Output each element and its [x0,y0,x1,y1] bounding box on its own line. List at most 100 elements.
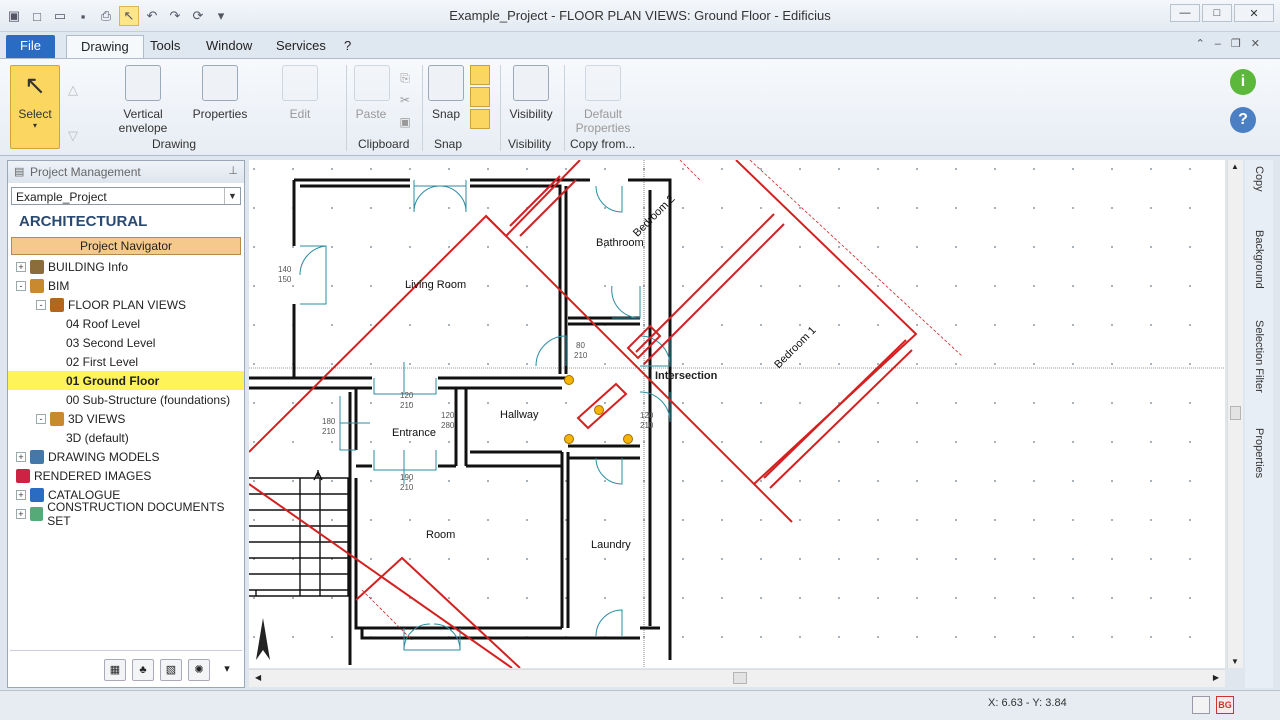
expand-icon[interactable]: + [16,451,26,462]
document-icon[interactable]: ▧ [160,659,182,681]
tree-item-label: 3D (default) [66,430,129,445]
close-button[interactable]: ✕ [1234,4,1274,22]
scroll-down-icon[interactable]: ▼ [1231,657,1239,666]
tree-item[interactable]: 01 Ground Floor [8,371,244,390]
tab-help[interactable]: ? [330,35,365,58]
side-tab-selection-filter[interactable]: Selection Filter [1249,320,1269,424]
collapse-icon[interactable]: - [16,280,26,291]
scroll-up-icon[interactable]: ▲ [1231,162,1239,171]
collapse-icon[interactable]: - [36,299,46,310]
tree-item[interactable]: - BIM [8,276,244,295]
tree-node-icon [30,487,44,502]
tab-services[interactable]: Services [262,35,340,58]
brush-icon [585,65,621,101]
ribbon: ↖ Select ▾ △ ▽ Vertical envelope Properti… [0,58,1280,156]
tree-node-icon [50,411,64,426]
info-icon[interactable]: i [1230,69,1256,95]
snap-button[interactable]: Snap [428,65,464,121]
svg-text:80: 80 [576,341,585,350]
menu-file[interactable]: File [6,35,55,58]
ribbon-window-controls[interactable]: ⌃–❐✕ [1196,37,1270,50]
tree-node-icon [50,297,64,312]
room-entrance: Entrance [392,427,436,439]
tree-item[interactable]: + CONSTRUCTION DOCUMENTS SET [8,500,244,528]
scroll-right-icon[interactable]: ▶ [1213,673,1219,682]
svg-text:180: 180 [322,417,336,426]
tree-item-label: BUILDING Info [48,259,129,274]
cursor-coordinates: X: 6.63 - Y: 3.84 [988,697,1067,709]
cursor-arrow-icon: ↖ [24,70,46,100]
properties-button[interactable]: Properties [190,65,250,121]
paste-button[interactable]: Paste [354,65,390,121]
expand-icon[interactable]: + [16,508,26,519]
side-tab-properties[interactable]: Properties [1249,428,1269,504]
tree-item-label: CONSTRUCTION DOCUMENTS SET [47,499,225,528]
select-button[interactable]: ↖ Select ▾ [10,65,60,149]
drawing-canvas[interactable]: 140 150 80 210 120 210 120 280 190 210 1… [249,160,1225,668]
help-icon[interactable]: ? [1230,107,1256,133]
toolbar-dropdown-icon[interactable]: ▾ [216,659,238,681]
tree-item[interactable]: 02 First Level [8,352,244,371]
tree-item[interactable]: + DRAWING MODELS [8,447,244,466]
side-tab-background[interactable]: Background [1249,230,1269,316]
panel-icon: ▤ [14,166,25,178]
edit-button[interactable]: Edit [280,65,320,121]
tree-item[interactable]: RENDERED IMAGES [8,466,244,485]
tree-item[interactable]: 03 Second Level [8,333,244,352]
svg-text:210: 210 [400,401,414,410]
tree-item-label: 01 Ground Floor [66,373,160,388]
side-tabs: Copy Background Selection Filter Propert… [1245,160,1273,688]
collapse-icon[interactable]: - [36,413,46,424]
side-tab-copy[interactable]: Copy [1249,166,1269,224]
project-navigator-button[interactable]: Project Navigator [11,237,241,255]
window-title: Example_Project - FLOOR PLAN VIEWS: Grou… [449,8,831,23]
tree-item[interactable]: 04 Roof Level [8,314,244,333]
ribbon-scroll-arrows[interactable]: △ ▽ [68,67,78,159]
tree-node-icon [16,468,30,483]
tree-item[interactable]: + BUILDING Info [8,257,244,276]
group-drawing: Drawing [152,137,197,151]
tab-tools[interactable]: Tools [136,35,194,58]
settings-gear-icon[interactable]: ✺ [188,659,210,681]
tab-drawing[interactable]: Drawing [66,35,144,58]
snap-tooltip: Intersection [655,370,718,382]
snap-mode-icons[interactable] [470,65,490,129]
tree-node-icon [30,278,44,293]
pin-icon[interactable]: ⊥ [228,164,238,177]
svg-text:210: 210 [640,421,654,430]
tab-window[interactable]: Window [192,35,266,58]
tree-node-icon [30,259,44,274]
tree-item[interactable]: 00 Sub-Structure (foundations) [8,390,244,409]
clipboard-small-icons[interactable]: ⎘ ✂ ▣ [396,67,414,133]
svg-text:120: 120 [400,391,414,400]
panel-toolbar: ▦ ♣ ▧ ✺ ▾ [104,659,238,681]
status-tool-icon[interactable] [1192,696,1210,714]
report-icon[interactable]: ▦ [104,659,126,681]
tree-item[interactable]: - FLOOR PLAN VIEWS [8,295,244,314]
background-toggle-icon[interactable]: BG [1216,696,1234,714]
vertical-scroll-thumb[interactable] [1230,406,1241,420]
horizontal-scroll-thumb[interactable] [733,672,747,684]
room-living-room: Living Room [405,279,466,291]
vertical-envelope-button[interactable]: Vertical envelope [108,65,178,135]
tree-icon[interactable]: ♣ [132,659,154,681]
project-select[interactable]: Example_Project ▼ [11,187,241,205]
horizontal-scrollbar[interactable]: ◀ ▶ [249,669,1225,687]
project-management-panel: ▤ Project Management ⊥ Example_Project ▼ … [7,160,245,688]
expand-icon[interactable]: + [16,489,26,500]
minimize-button[interactable]: — [1170,4,1200,22]
maximize-button[interactable]: □ [1202,4,1232,22]
svg-text:150: 150 [278,275,292,284]
group-copy-from: Copy from... [570,137,636,151]
room-hallway: Hallway [500,409,539,421]
tree-item[interactable]: - 3D VIEWS [8,409,244,428]
expand-icon[interactable]: + [16,261,26,272]
tree-item[interactable]: 3D (default) [8,428,244,447]
visibility-icon [513,65,549,101]
visibility-button[interactable]: Visibility [506,65,556,121]
vertical-scrollbar[interactable]: ▲ ▼ [1227,160,1243,668]
properties-icon [202,65,238,101]
paste-icon [354,65,390,101]
default-properties-button[interactable]: Default Properties [572,65,634,135]
scroll-left-icon[interactable]: ◀ [255,673,261,682]
